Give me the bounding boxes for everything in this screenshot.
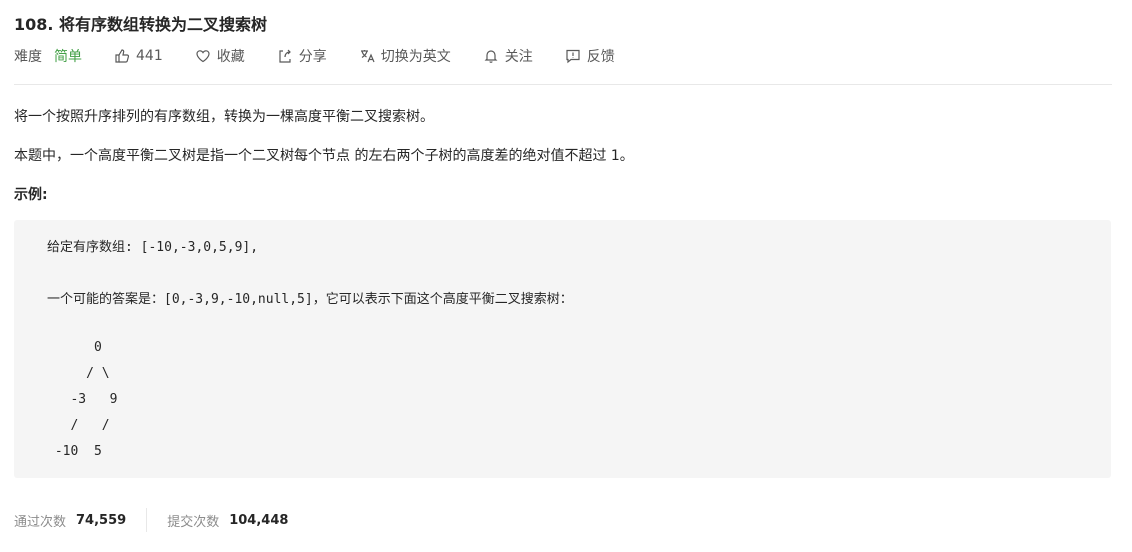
like-button[interactable]: 441 — [114, 48, 163, 64]
tree-line: / / — [47, 418, 110, 433]
heart-icon — [196, 50, 210, 63]
problem-meta-bar: 难度 简单 441 收藏 分享 切换为英文 关注 反馈 — [14, 44, 647, 68]
tree-line: -3 9 — [47, 392, 118, 407]
header-divider — [14, 84, 1112, 85]
example-code-block: 给定有序数组: [-10,-3,0,5,9], 一个可能的答案是：[0,-3,9… — [14, 220, 1111, 478]
description-line-1: 将一个按照升序排列的有序数组，转换为一棵高度平衡二叉搜索树。 — [14, 109, 434, 125]
share-button[interactable]: 分享 — [277, 46, 327, 66]
example-given-line: 给定有序数组: [-10,-3,0,5,9], — [47, 240, 259, 255]
difficulty-badge: 简单 — [54, 49, 82, 65]
follow-button[interactable]: 关注 — [483, 46, 533, 66]
follow-label: 关注 — [504, 49, 533, 65]
bell-icon — [484, 50, 498, 63]
thumbs-up-icon — [115, 49, 130, 63]
problem-page: 108. 将有序数组转换为二叉搜索树 难度 简单 441 收藏 分享 切换为英文… — [0, 0, 1132, 552]
example-answer-line: 一个可能的答案是：[0,-3,9,-10,null,5]，它可以表示下面这个高度… — [47, 292, 573, 307]
feedback-label: 反馈 — [586, 49, 615, 65]
share-label: 分享 — [298, 49, 327, 65]
accepted-label: 通过次数 — [14, 514, 67, 530]
difficulty-label: 难度 — [14, 49, 42, 65]
tree-line: / \ — [47, 366, 110, 381]
translate-icon — [360, 50, 375, 63]
stats-divider — [146, 508, 148, 532]
submitted-label: 提交次数 — [167, 514, 220, 530]
submission-stats: 通过次数 74,559 提交次数 104,448 — [14, 508, 288, 532]
description-line-2: 本题中，一个高度平衡二叉树是指一个二叉树每个节点 的左右两个子树的高度差的绝对值… — [14, 148, 634, 164]
submitted-count: 104,448 — [229, 512, 289, 528]
switch-language-button[interactable]: 切换为英文 — [359, 46, 451, 66]
like-count: 441 — [136, 48, 163, 64]
share-icon — [279, 49, 291, 63]
favorite-label: 收藏 — [216, 49, 245, 65]
tree-line: 0 — [47, 340, 102, 355]
favorite-button[interactable]: 收藏 — [195, 46, 245, 66]
tree-line: -10 5 — [47, 444, 102, 459]
accepted-count: 74,559 — [76, 512, 127, 528]
feedback-button[interactable]: 反馈 — [565, 46, 615, 66]
problem-title: 108. 将有序数组转换为二叉搜索树 — [14, 15, 268, 34]
feedback-icon — [566, 49, 580, 64]
example-heading: 示例: — [14, 187, 48, 203]
switch-language-label: 切换为英文 — [380, 49, 451, 65]
